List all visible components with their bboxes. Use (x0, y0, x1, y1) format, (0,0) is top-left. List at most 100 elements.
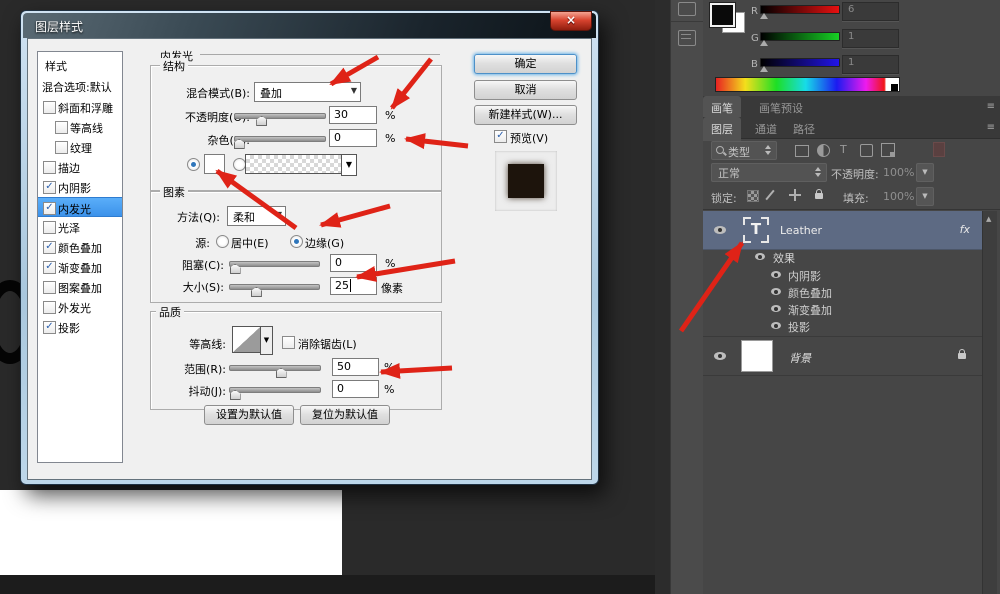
jitter-slider[interactable] (229, 387, 321, 393)
set-default-button[interactable]: 设置为默认值 (204, 405, 294, 425)
blend-mode-combo[interactable]: 叠加 ▼ (254, 82, 361, 102)
size-slider-thumb[interactable] (251, 287, 262, 297)
text-layer-thumbnail[interactable]: T (743, 217, 769, 243)
effect-item[interactable]: 颜色叠加 (788, 285, 832, 301)
style-checkbox[interactable] (43, 281, 56, 294)
filter-pixel-layers-icon[interactable] (795, 145, 809, 157)
visibility-eye-icon[interactable] (755, 253, 765, 260)
lock-transparency-icon[interactable] (747, 190, 759, 202)
layer-filter-combo[interactable]: 类型 (711, 141, 777, 160)
red-slider-thumb[interactable] (760, 13, 768, 19)
source-center-radio[interactable] (216, 235, 229, 248)
noise-slider-thumb[interactable] (234, 139, 245, 149)
glow-color-radio[interactable] (187, 158, 200, 171)
filter-adjustment-layers-icon[interactable] (817, 144, 830, 157)
background-layer-thumbnail[interactable] (741, 340, 773, 372)
technique-combo[interactable]: 柔和 ▼ (227, 206, 286, 226)
style-checkbox[interactable]: ✓ (43, 202, 56, 215)
filter-toggle-icon[interactable] (933, 142, 945, 157)
style-checkbox[interactable] (43, 301, 56, 314)
preview-checkbox[interactable]: ✓ (494, 130, 507, 143)
green-value-field[interactable]: 1 (842, 29, 899, 48)
contour-dropdown-button[interactable]: ▼ (260, 326, 273, 355)
filter-smart-object-icon[interactable] (881, 143, 895, 157)
layer-name[interactable]: Leather (780, 224, 822, 237)
choke-slider[interactable] (229, 261, 320, 267)
opacity-slider-thumb[interactable] (256, 116, 267, 126)
close-button[interactable]: × (550, 11, 592, 31)
color-ramp[interactable] (715, 77, 900, 92)
ok-button[interactable]: 确定 (474, 54, 577, 74)
styles-item-drop-shadow[interactable]: ✓ 投影 (38, 317, 122, 337)
visibility-eye-icon[interactable] (771, 271, 781, 278)
style-checkbox[interactable]: ✓ (43, 261, 56, 274)
styles-item-color-overlay[interactable]: ✓ 颜色叠加 (38, 237, 122, 257)
layers-scrollbar[interactable]: ▲ (982, 211, 997, 594)
size-slider[interactable] (229, 284, 320, 290)
effects-header[interactable]: 效果 (773, 250, 795, 266)
layer-opacity-value[interactable]: 100% (883, 166, 914, 179)
size-field[interactable]: 25 (330, 277, 377, 295)
choke-field[interactable]: 0 (330, 254, 377, 272)
jitter-slider-thumb[interactable] (230, 390, 241, 400)
visibility-eye-icon[interactable] (771, 305, 781, 312)
jitter-field[interactable]: 0 (332, 380, 379, 398)
cancel-button[interactable]: 取消 (474, 80, 577, 100)
range-field[interactable]: 50 (332, 358, 379, 376)
styles-item-inner-glow-selected[interactable]: ✓ 内发光 (38, 197, 122, 217)
style-checkbox[interactable]: ✓ (43, 241, 56, 254)
style-checkbox[interactable]: ✓ (43, 321, 56, 334)
blue-value-field[interactable]: 1 (842, 55, 899, 74)
layer-row-background[interactable]: 背景 (703, 336, 982, 376)
source-edge-radio[interactable] (290, 235, 303, 248)
style-checkbox[interactable] (43, 161, 56, 174)
fill-dropdown[interactable]: ▼ (916, 187, 934, 206)
lock-all-icon[interactable] (815, 193, 823, 199)
contour-thumbnail[interactable] (232, 326, 261, 353)
styles-item-texture[interactable]: 纹理 (38, 137, 122, 157)
new-style-button[interactable]: 新建样式(W)... (474, 105, 577, 125)
foreground-color-swatch[interactable] (710, 3, 735, 27)
filter-shape-layers-icon[interactable] (860, 144, 873, 157)
opacity-slider[interactable] (234, 113, 326, 119)
panel-menu-icon[interactable]: ≡ (987, 101, 995, 112)
tab-channels[interactable]: 通道 (747, 117, 785, 141)
styles-item-satin[interactable]: 光泽 (38, 217, 122, 237)
style-checkbox[interactable] (43, 221, 56, 234)
scrollbar-up-icon[interactable]: ▲ (986, 215, 991, 223)
style-checkbox[interactable]: ✓ (43, 181, 56, 194)
styles-item-pattern-overlay[interactable]: 图案叠加 (38, 277, 122, 297)
glow-gradient-bar[interactable] (245, 154, 342, 174)
style-checkbox[interactable] (55, 121, 68, 134)
fill-value[interactable]: 100% (883, 190, 914, 203)
layer-fx-badge[interactable]: fx (960, 223, 970, 236)
green-slider-thumb[interactable] (760, 40, 768, 46)
panel-menu-icon[interactable]: ≡ (987, 122, 995, 133)
styles-item-contour[interactable]: 等高线 (38, 117, 122, 137)
noise-slider[interactable] (234, 136, 326, 142)
dock-panel-icon[interactable] (678, 30, 696, 46)
dock-brush-icon[interactable] (678, 2, 696, 16)
layer-blend-mode-combo[interactable]: 正常 (711, 163, 827, 182)
red-slider-track[interactable] (760, 5, 840, 14)
styles-item-outer-glow[interactable]: 外发光 (38, 297, 122, 317)
reset-default-button[interactable]: 复位为默认值 (300, 405, 390, 425)
style-checkbox[interactable] (43, 101, 56, 114)
effect-item[interactable]: 渐变叠加 (788, 302, 832, 318)
styles-item-inner-shadow[interactable]: ✓ 内阴影 (38, 177, 122, 197)
styles-item-bevel-emboss[interactable]: 斜面和浮雕 (38, 97, 122, 117)
layer-opacity-dropdown[interactable]: ▼ (916, 163, 934, 182)
noise-field[interactable]: 0 (329, 129, 377, 147)
filter-type-layers-icon[interactable]: T (840, 143, 847, 156)
styles-item-stroke[interactable]: 描边 (38, 157, 122, 177)
lock-paint-icon[interactable] (765, 190, 774, 200)
glow-color-swatch[interactable] (204, 154, 225, 174)
gradient-dropdown-button[interactable]: ▼ (341, 154, 357, 176)
layer-name[interactable]: 背景 (789, 350, 811, 366)
choke-slider-thumb[interactable] (230, 264, 241, 274)
styles-item-blending-options[interactable]: 混合选项:默认 (38, 76, 122, 96)
visibility-eye-icon[interactable] (714, 226, 726, 234)
green-slider-track[interactable] (760, 32, 840, 41)
effect-item[interactable]: 投影 (788, 319, 810, 335)
visibility-eye-icon[interactable] (771, 288, 781, 295)
